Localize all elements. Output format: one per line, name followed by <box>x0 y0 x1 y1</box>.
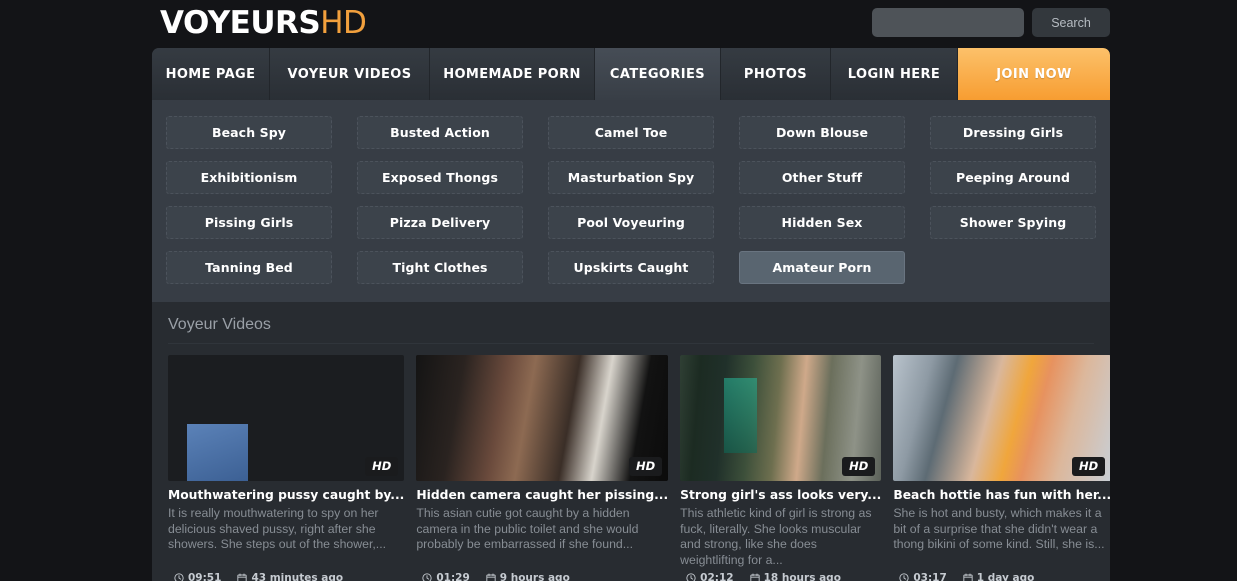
video-thumbnail[interactable]: HD <box>893 355 1110 481</box>
video-card[interactable]: HD Mouthwatering pussy caught by... It is … <box>168 355 405 581</box>
hd-badge: HD <box>365 457 399 476</box>
video-age: 1 day ago <box>963 572 1035 581</box>
video-age-text: 1 day ago <box>976 572 1035 581</box>
category-button-dressing-girls[interactable]: Dressing Girls <box>930 116 1096 149</box>
video-meta: 02:12 18 hours ago <box>680 572 881 581</box>
category-button-camel-toe[interactable]: Camel Toe <box>548 116 714 149</box>
video-duration-text: 02:12 <box>700 572 734 581</box>
category-button-tanning-bed[interactable]: Tanning Bed <box>166 251 332 284</box>
calendar-icon <box>237 573 248 581</box>
category-button-tight-clothes[interactable]: Tight Clothes <box>357 251 523 284</box>
video-age: 43 minutes ago <box>237 572 343 581</box>
category-button-shower-spying[interactable]: Shower Spying <box>930 206 1096 239</box>
category-button-amateur-porn[interactable]: Amateur Porn <box>739 251 905 284</box>
category-button-upskirts-caught[interactable]: Upskirts Caught <box>548 251 714 284</box>
video-thumbnail[interactable]: HD <box>680 355 882 481</box>
video-duration: 03:17 <box>899 572 947 581</box>
category-button-pissing-girls[interactable]: Pissing Girls <box>166 206 332 239</box>
video-title[interactable]: Strong girl's ass looks very... <box>680 488 881 503</box>
category-button-down-blouse[interactable]: Down Blouse <box>739 116 905 149</box>
video-description: She is hot and busty, which makes it a b… <box>893 506 1105 551</box>
video-duration: 02:12 <box>686 572 734 581</box>
clock-icon <box>686 573 696 581</box>
video-card[interactable]: HD Beach hottie has fun with her... She is… <box>893 355 1110 581</box>
clock-icon <box>174 573 184 581</box>
site-logo[interactable]: VOYEURSHD <box>160 5 367 41</box>
category-button-pool-voyeuring[interactable]: Pool Voyeuring <box>548 206 714 239</box>
video-grid: HD Mouthwatering pussy caught by... It is … <box>168 355 1110 581</box>
calendar-icon <box>486 573 496 581</box>
category-grid: Beach Spy Busted Action Camel Toe Down Blou… <box>166 116 1096 284</box>
nav-item-login-here[interactable]: LOGIN HERE <box>831 48 958 100</box>
video-meta: 01:29 9 hours ago <box>416 572 668 581</box>
video-title[interactable]: Beach hottie has fun with her... <box>893 488 1110 503</box>
clock-icon <box>422 573 432 581</box>
video-section: Voyeur Videos HD Mouthwatering pussy caug… <box>152 302 1110 581</box>
video-title[interactable]: Hidden camera caught her pissing... <box>416 488 668 503</box>
nav-item-photos[interactable]: PHOTOS <box>721 48 831 100</box>
video-duration: 01:29 <box>422 572 470 581</box>
category-button-exposed-thongs[interactable]: Exposed Thongs <box>357 161 523 194</box>
hd-badge: HD <box>1072 457 1106 476</box>
video-meta: 09:51 43 minutes ago <box>168 572 404 581</box>
primary-navigation: HOME PAGE VOYEUR VIDEOS HOMEMADE PORN CATEG… <box>152 48 1110 100</box>
hd-badge: HD <box>842 457 876 476</box>
nav-item-homemade-porn[interactable]: HOMEMADE PORN <box>430 48 595 100</box>
clock-icon <box>899 573 909 581</box>
category-button-other-stuff[interactable]: Other Stuff <box>739 161 905 194</box>
video-description: It is really mouthwatering to spy on her… <box>168 506 387 551</box>
category-button-peeping-around[interactable]: Peeping Around <box>930 161 1096 194</box>
calendar-icon <box>963 573 973 581</box>
nav-item-categories[interactable]: CATEGORIES <box>595 48 721 100</box>
video-description: This athletic kind of girl is strong as … <box>680 506 872 567</box>
category-button-busted-action[interactable]: Busted Action <box>357 116 523 149</box>
video-age-text: 9 hours ago <box>499 572 570 581</box>
nav-item-voyeur-videos[interactable]: VOYEUR VIDEOS <box>270 48 430 100</box>
hd-badge: HD <box>628 457 663 476</box>
video-age-text: 18 hours ago <box>763 572 841 581</box>
video-title[interactable]: Mouthwatering pussy caught by... <box>168 488 404 503</box>
category-button-exhibitionism[interactable]: Exhibitionism <box>166 161 332 194</box>
category-button-masturbation-spy[interactable]: Masturbation Spy <box>548 161 714 194</box>
video-thumbnail[interactable]: HD <box>168 355 405 481</box>
page-root: VOYEURSHD Search HOME PAGE VOYEUR VIDEOS H… <box>0 0 1237 581</box>
video-card[interactable]: HD Strong girl's ass looks very... This at… <box>680 355 882 581</box>
video-duration-text: 03:17 <box>913 572 947 581</box>
category-panel: Beach Spy Busted Action Camel Toe Down Blou… <box>152 100 1110 302</box>
video-age: 9 hours ago <box>486 572 570 581</box>
section-title: Voyeur Videos <box>168 316 1094 344</box>
search-button[interactable]: Search <box>1032 8 1110 37</box>
nav-item-home-page[interactable]: HOME PAGE <box>152 48 270 100</box>
search-area: Search <box>872 8 1110 37</box>
video-duration-text: 01:29 <box>436 572 470 581</box>
logo-text-main: VOYEURS <box>160 5 321 41</box>
video-age-text: 43 minutes ago <box>251 572 344 581</box>
logo-text-accent: HD <box>320 5 367 41</box>
category-button-pizza-delivery[interactable]: Pizza Delivery <box>357 206 523 239</box>
video-thumbnail[interactable]: HD <box>416 355 669 481</box>
video-card[interactable]: HD Hidden camera caught her pissing... Thi… <box>416 355 669 581</box>
category-button-beach-spy[interactable]: Beach Spy <box>166 116 332 149</box>
search-input[interactable] <box>872 8 1024 37</box>
video-duration-text: 09:51 <box>188 572 222 581</box>
calendar-icon <box>749 573 760 581</box>
video-duration: 09:51 <box>174 572 221 581</box>
video-description: This asian cutie got caught by a hidden … <box>416 506 639 551</box>
site-header: VOYEURSHD Search <box>0 0 1237 46</box>
category-button-hidden-sex[interactable]: Hidden Sex <box>739 206 905 239</box>
video-meta: 03:17 1 day ago <box>893 572 1110 581</box>
video-age: 18 hours ago <box>749 572 841 581</box>
nav-item-join-now[interactable]: JOIN NOW <box>958 48 1110 100</box>
main-shell: HOME PAGE VOYEUR VIDEOS HOMEMADE PORN CATEG… <box>152 48 1110 581</box>
